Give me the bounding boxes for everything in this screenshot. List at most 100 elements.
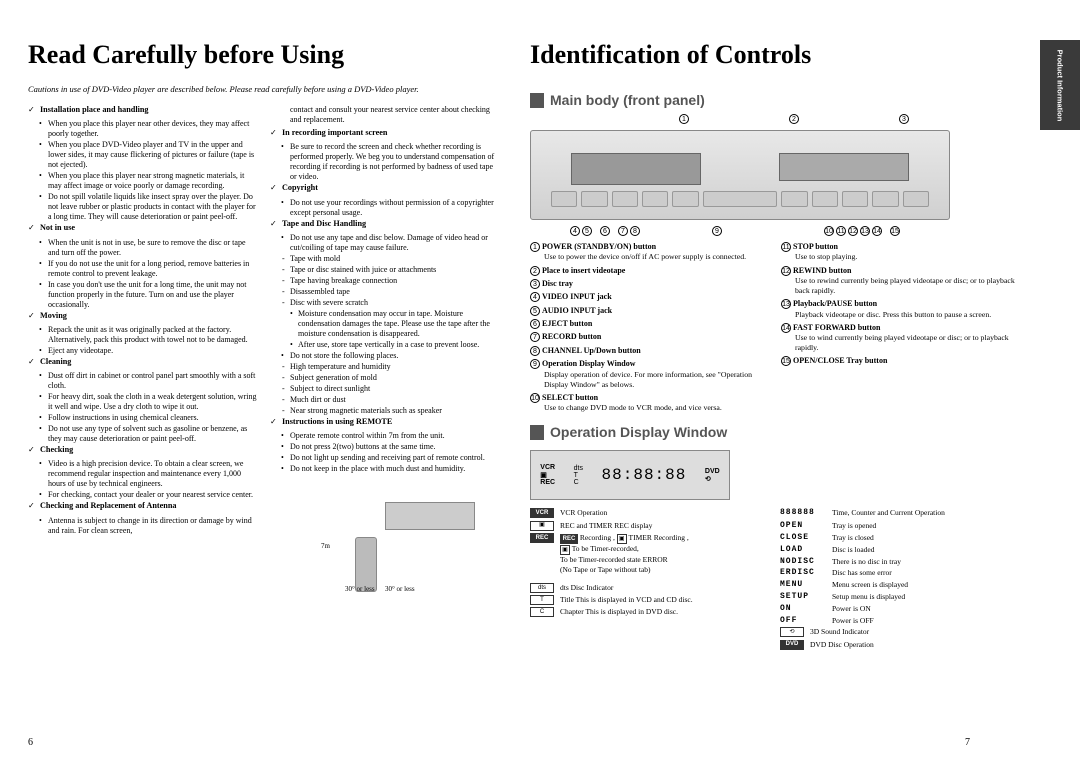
sec-tape-disc: Tape and Disc Handling [282, 219, 366, 228]
sec-moving: Moving [40, 311, 67, 320]
bullet: Follow instructions in using chemical cl… [28, 413, 258, 423]
display-window-title: Operation Display Window [550, 424, 727, 440]
rec-timer-label: REC and TIMER REC display [560, 521, 652, 531]
rec-states: REC Recording , ▣ TIMER Recording , ▣ To… [560, 533, 689, 575]
callout-5: 5 [582, 226, 592, 236]
seg-close: CLOSE [780, 533, 826, 544]
sec-cleaning: Cleaning [40, 357, 71, 366]
rec-timer-icon: ▣ [530, 521, 554, 531]
rec-icon: REC [530, 533, 554, 543]
sec-checking: Checking [40, 445, 73, 454]
bullet: In case you don't use the unit for a lon… [28, 280, 258, 310]
setup-label: Setup menu is displayed [832, 592, 905, 603]
callout-12: 12 [848, 226, 858, 236]
control-10-desc: Use to change DVD mode to VCR mode, and … [530, 403, 769, 413]
bullet: Moisture condensation may occur in tape.… [270, 309, 500, 339]
controls-list: 1POWER (STANDBY/ON) buttonUse to power t… [530, 242, 1020, 416]
title-icon: T [530, 595, 554, 605]
callout-15: 15 [890, 226, 900, 236]
device-button-icon [781, 191, 807, 207]
bullet: Video is a high precision device. To obt… [28, 459, 258, 489]
control-13-desc: Playback videotape or disc. Press this b… [781, 310, 1020, 320]
device-front-panel [530, 130, 950, 220]
seg-nodisc: NODISC [780, 557, 826, 568]
device-button-icon [581, 191, 607, 207]
sec-recording: In recording important screen [282, 128, 387, 137]
callout-2: 2 [789, 114, 799, 124]
main-body-header: Main body (front panel) [530, 92, 1020, 108]
seg-on: ON [780, 604, 826, 615]
bullet: Be sure to record the screen and check w… [270, 142, 500, 182]
dash: Near strong magnetic materials such as s… [270, 406, 500, 416]
control-1: POWER (STANDBY/ON) button [542, 242, 656, 251]
dvd-label: DVD Disc Operation [810, 640, 874, 650]
seg-load: LOAD [780, 545, 826, 556]
title-label: Title This is displayed in VCD and CD di… [560, 595, 693, 605]
callout-4: 4 [570, 226, 580, 236]
bullet: For heavy dirt, soak the cloth in a weak… [28, 392, 258, 412]
page-6: Read Carefully before Using Cautions in … [0, 0, 510, 763]
continue-text: contact and consult your nearest service… [270, 105, 500, 125]
callout-6: 6 [600, 226, 610, 236]
display-window-graphic: VCR▣REC dtsTC 88:88:88 DVD⟲ [530, 450, 730, 500]
dash: Subject generation of mold [270, 373, 500, 383]
device-button-icon [612, 191, 638, 207]
cassette-slot-icon [571, 153, 701, 185]
bullet: Eject any videotape. [28, 346, 258, 356]
control-9: Operation Display Window [542, 359, 636, 368]
bullet: Do not press 2(two) buttons at the same … [270, 442, 500, 452]
menu-label: Menu screen is displayed [832, 580, 908, 591]
control-12: REWIND button [793, 266, 851, 275]
dts-label: dts Disc Indicator [560, 583, 613, 593]
bullet: Dust off dirt in cabinet or control pane… [28, 371, 258, 391]
left-col-2: contact and consult your nearest service… [270, 105, 500, 753]
device-button-icon [642, 191, 668, 207]
dash: Disassembled tape [270, 287, 500, 297]
remote-angle-2: 30° or less [385, 585, 415, 594]
seg-open: OPEN [780, 521, 826, 532]
page-number-6: 6 [28, 737, 33, 748]
page-title-right: Identification of Controls [530, 40, 1020, 70]
segment-display-icon: 888888 [780, 508, 826, 519]
device-button-icon [551, 191, 577, 207]
remote-diagram: 7m 30° or less 30° or less [285, 482, 485, 592]
sec-antenna: Checking and Replacement of Antenna [40, 501, 176, 510]
bullet: If you do not use the unit for a long pe… [28, 259, 258, 279]
display-legend-left: VCRVCR Operation ▣REC and TIMER REC disp… [530, 508, 770, 651]
bullet: When you place DVD-Video player and TV i… [28, 140, 258, 170]
control-9-desc: Display operation of device. For more in… [530, 370, 769, 390]
close-label: Tray is closed [832, 533, 874, 544]
seg-menu: MENU [780, 580, 826, 591]
callout-14: 14 [872, 226, 882, 236]
callout-labels-bottom: 4 5 6 7 8 9 10 11 12 13 14 15 [530, 226, 1020, 236]
header-bar-icon [530, 425, 544, 440]
control-2: Place to insert videotape [542, 266, 625, 275]
bullet: When you place this player near strong m… [28, 171, 258, 191]
vcr-icon: VCR [530, 508, 554, 518]
control-11-desc: Use to stop playing. [781, 252, 1020, 262]
callout-13: 13 [860, 226, 870, 236]
control-11: STOP button [793, 242, 838, 251]
display-legend-right: 888888Time, Counter and Current Operatio… [780, 508, 1020, 651]
dash: Tape with mold [270, 254, 500, 264]
control-12-desc: Use to rewind currently being played vid… [781, 276, 1020, 296]
control-3: Disc tray [542, 279, 573, 288]
side-tab-label: Product Information [1056, 49, 1065, 121]
chapter-icon: C [530, 607, 554, 617]
dash: Disc with severe scratch [270, 298, 500, 308]
device-icon [385, 502, 475, 530]
seg-off: OFF [780, 616, 826, 627]
nodisc-label: There is no disc in tray [832, 557, 901, 568]
remote-icon [355, 537, 377, 592]
page-number-7: 7 [965, 737, 970, 748]
page-title-left: Read Carefully before Using [28, 40, 500, 70]
header-bar-icon [530, 93, 544, 108]
dash: Subject to direct sunlight [270, 384, 500, 394]
bullet: Operate remote control within 7m from th… [270, 431, 500, 441]
load-label: Disc is loaded [832, 545, 875, 556]
bullet: Do not spill volatile liquids like insec… [28, 192, 258, 222]
device-button-icon [672, 191, 698, 207]
sec-remote: Instructions in using REMOTE [282, 417, 392, 426]
bullet: When the unit is not in use, be sure to … [28, 238, 258, 258]
dash: Tape or disc stained with juice or attac… [270, 265, 500, 275]
